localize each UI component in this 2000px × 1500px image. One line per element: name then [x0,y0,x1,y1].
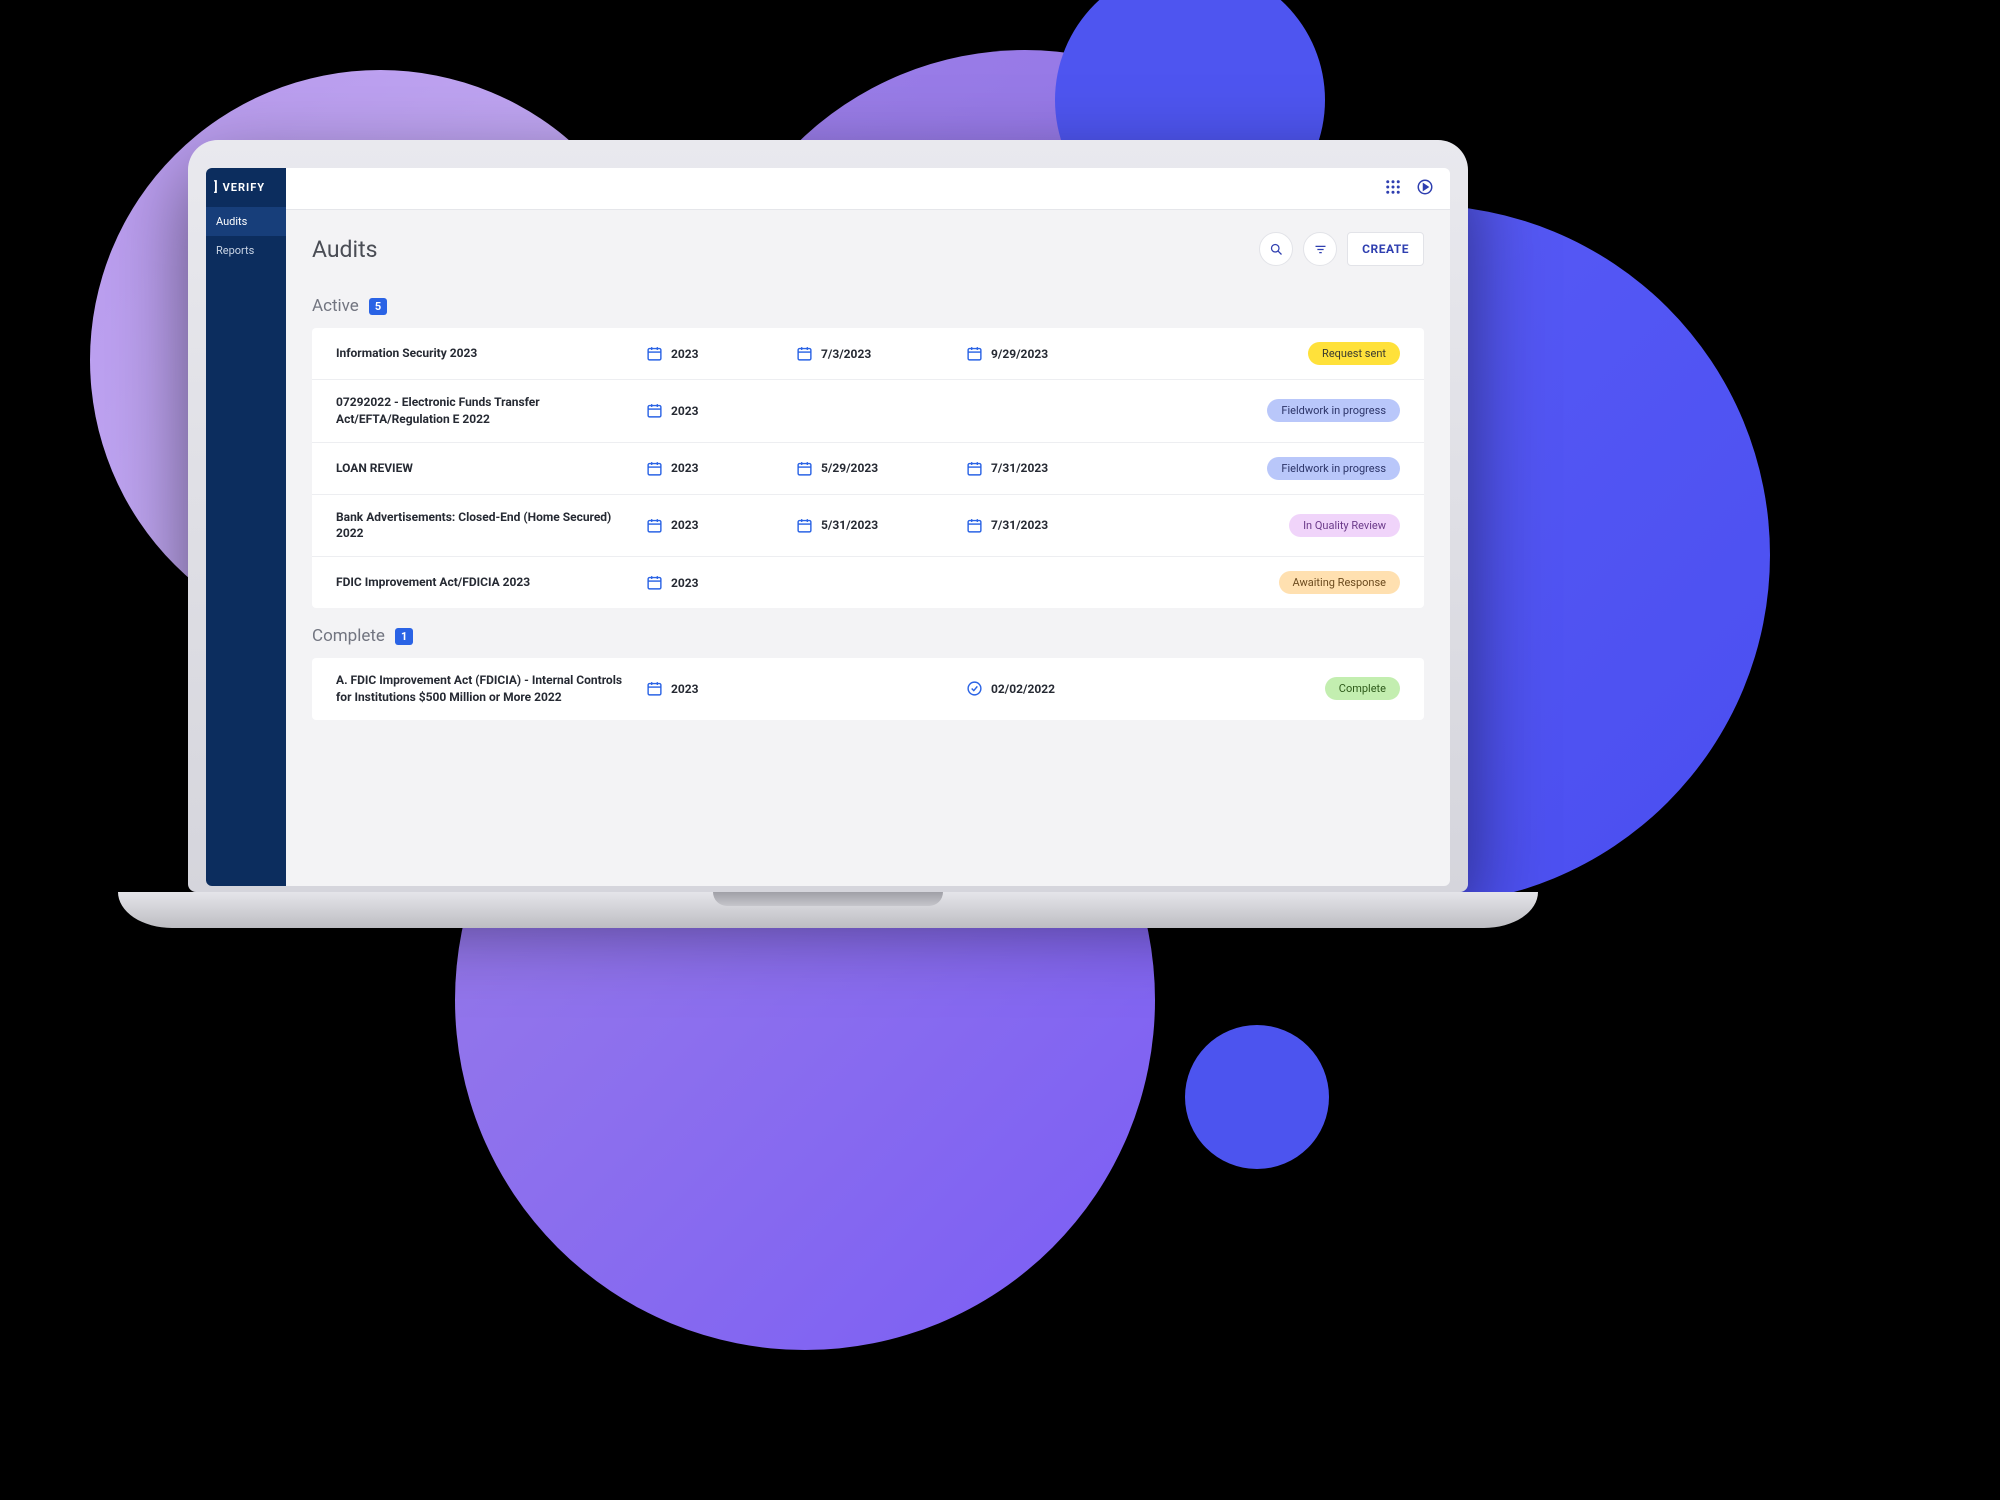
complete-count-badge: 1 [395,628,413,645]
calendar-icon [796,460,813,477]
date-cell: 9/29/2023 [966,345,1126,362]
date-cell: 7/31/2023 [966,517,1126,534]
calendar-icon [966,517,983,534]
calendar-icon [646,402,663,419]
date-cell: 7/31/2023 [966,460,1126,477]
status-badge: In Quality Review [1289,514,1400,537]
status-badge: Fieldwork in progress [1267,399,1400,422]
audit-title: LOAN REVIEW [336,460,636,477]
laptop-mockup: ] VERIFY Audits Reports Audits CREATE [188,140,1468,928]
audit-row[interactable]: Information Security 2023 2023 7/3/2023 … [312,328,1424,380]
filter-button[interactable] [1303,232,1337,266]
topbar [286,168,1450,210]
calendar-icon [646,574,663,591]
page-title: Audits [312,236,378,263]
status-badge: Complete [1325,677,1400,700]
date-cell: 5/31/2023 [796,517,956,534]
sidebar: ] VERIFY Audits Reports [206,168,286,886]
apps-grid-icon[interactable] [1384,178,1402,200]
section-complete: Complete 1 [312,626,1424,646]
audit-row[interactable]: Bank Advertisements: Closed-End (Home Se… [312,495,1424,558]
date-cell: 2023 [646,680,786,697]
create-button[interactable]: CREATE [1347,232,1424,266]
date-cell: 7/3/2023 [796,345,956,362]
audit-title: Bank Advertisements: Closed-End (Home Se… [336,509,636,543]
search-button[interactable] [1259,232,1293,266]
status-badge: Awaiting Response [1279,571,1401,594]
bg-circle [1185,1025,1329,1169]
audit-title: 07292022 - Electronic Funds Transfer Act… [336,394,636,428]
calendar-icon [646,460,663,477]
active-count-badge: 5 [369,298,387,315]
date-cell: 2023 [646,345,786,362]
date-cell: 2023 [646,517,786,534]
calendar-icon [966,345,983,362]
calendar-icon [796,345,813,362]
play-circle-icon[interactable] [1416,178,1434,200]
calendar-icon [646,345,663,362]
sidebar-item-audits[interactable]: Audits [206,207,286,236]
search-icon [1269,242,1284,257]
section-active: Active 5 [312,296,1424,316]
audit-row[interactable]: A. FDIC Improvement Act (FDICIA) - Inter… [312,658,1424,720]
calendar-icon [796,517,813,534]
check-circle-icon [966,680,983,697]
audit-row[interactable]: LOAN REVIEW 2023 5/29/2023 7/31/2023 Fie… [312,443,1424,495]
calendar-icon [646,517,663,534]
date-cell: 5/29/2023 [796,460,956,477]
date-cell: 2023 [646,402,786,419]
audit-row[interactable]: 07292022 - Electronic Funds Transfer Act… [312,380,1424,443]
status-badge: Request sent [1308,342,1400,365]
status-badge: Fieldwork in progress [1267,457,1400,480]
calendar-icon [966,460,983,477]
audit-title: A. FDIC Improvement Act (FDICIA) - Inter… [336,672,636,706]
date-cell: 2023 [646,460,786,477]
audit-title: FDIC Improvement Act/FDICIA 2023 [336,574,636,591]
audit-title: Information Security 2023 [336,345,636,362]
date-cell: 2023 [646,574,786,591]
audit-row[interactable]: FDIC Improvement Act/FDICIA 2023 2023 Aw… [312,557,1424,608]
brand-logo: ] VERIFY [206,168,286,207]
date-cell: 02/02/2022 [966,680,1126,697]
filter-icon [1313,242,1328,257]
calendar-icon [646,680,663,697]
sidebar-item-reports[interactable]: Reports [206,236,286,265]
